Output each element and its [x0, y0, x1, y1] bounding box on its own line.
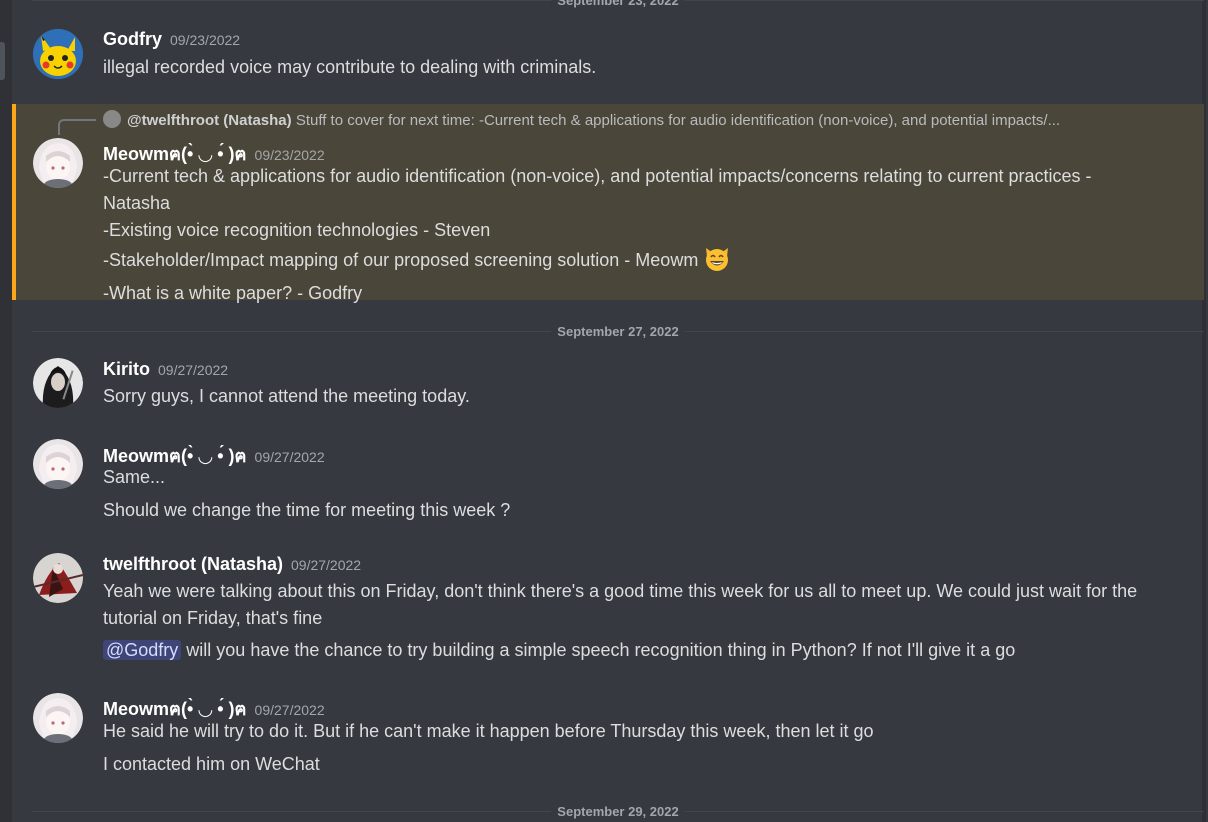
- message-text: Sorry guys, I cannot attend the meeting …: [103, 386, 470, 406]
- author-name-text[interactable]: twelfthroot (Natasha): [103, 554, 283, 574]
- user-mention[interactable]: @Godfry: [103, 640, 182, 660]
- server-rail-edge: [0, 0, 12, 822]
- message-text-rest: will you have the chance to try building…: [181, 640, 1016, 660]
- author-name-text[interactable]: Kirito: [103, 359, 150, 379]
- message-text: Should we change the time for meeting th…: [103, 500, 511, 520]
- message-line-text: -Stakeholder/Impact mapping of our propo…: [103, 250, 699, 270]
- author-name[interactable]: twelfthroot (Natasha) 09/27/2022: [103, 554, 361, 575]
- timestamp: 09/27/2022: [254, 449, 325, 465]
- scroll-handle[interactable]: [0, 42, 5, 80]
- date-divider: September 27, 2022: [32, 324, 1204, 339]
- timestamp: 09/27/2022: [291, 557, 362, 573]
- reply-author[interactable]: @twelfthroot (Natasha): [127, 112, 292, 129]
- natasha-avatar-icon[interactable]: [33, 553, 83, 603]
- timestamp: 09/27/2022: [158, 362, 229, 378]
- message-text: Same...: [103, 467, 166, 487]
- author-name[interactable]: Meowmฅ(•̀ ◡ •́ )ฅ 09/27/2022: [103, 441, 325, 470]
- reply-text[interactable]: Stuff to cover for next time: -Current t…: [296, 112, 1060, 129]
- anime-girl-avatar-icon[interactable]: [33, 693, 83, 743]
- reply-avatar-icon: [103, 110, 121, 128]
- date-divider-label: September 27, 2022: [551, 324, 685, 339]
- message-line: -Current tech & applications for audio i…: [103, 166, 1092, 213]
- author-name-text[interactable]: Godfry: [103, 29, 162, 49]
- anime-girl-avatar-icon[interactable]: [33, 138, 83, 188]
- message-line: -Existing voice recognition technologies…: [103, 220, 491, 240]
- message-text: illegal recorded voice may contribute to…: [103, 57, 597, 77]
- timestamp: 09/23/2022: [254, 147, 325, 163]
- anime-girl-avatar-icon[interactable]: [33, 439, 83, 489]
- author-name[interactable]: Kirito 09/27/2022: [103, 359, 228, 380]
- message-text: @Godfry will you have the chance to try …: [103, 640, 1015, 661]
- pikachu-avatar-icon[interactable]: [33, 29, 83, 79]
- author-name[interactable]: Meowmฅ(•̀ ◡ •́ )ฅ 09/27/2022: [103, 694, 325, 723]
- author-name-text[interactable]: Meowmฅ(•̀ ◡ •́ )ฅ: [103, 699, 247, 719]
- reply-connector: [58, 119, 96, 135]
- date-divider-label: September 23, 2022: [551, 0, 685, 8]
- author-name[interactable]: Godfry 09/23/2022: [103, 29, 240, 50]
- message-text: Yeah we were talking about this on Frida…: [103, 581, 1138, 628]
- message-line: -Stakeholder/Impact mapping of our propo…: [103, 244, 1163, 280]
- kirito-avatar-icon[interactable]: [33, 358, 83, 408]
- message-text: I contacted him on WeChat: [103, 754, 320, 774]
- timestamp: 09/23/2022: [170, 32, 241, 48]
- message-line: -What is a white paper? - Godfry: [103, 283, 363, 303]
- reply-preview[interactable]: @twelfthroot (Natasha) Stuff to cover fo…: [103, 110, 1163, 129]
- date-divider: September 29, 2022: [32, 804, 1204, 819]
- author-name-text[interactable]: Meowmฅ(•̀ ◡ •́ )ฅ: [103, 446, 247, 466]
- message-text: He said he will try to do it. But if he …: [103, 721, 874, 741]
- date-divider-label: September 29, 2022: [551, 804, 685, 819]
- message-body: -Current tech & applications for audio i…: [103, 163, 1163, 307]
- timestamp: 09/27/2022: [254, 702, 325, 718]
- author-name-text[interactable]: Meowmฅ(•̀ ◡ •́ )ฅ: [103, 144, 247, 164]
- date-divider: September 23, 2022: [32, 0, 1204, 8]
- grinning-cat-emoji-icon: [703, 244, 731, 280]
